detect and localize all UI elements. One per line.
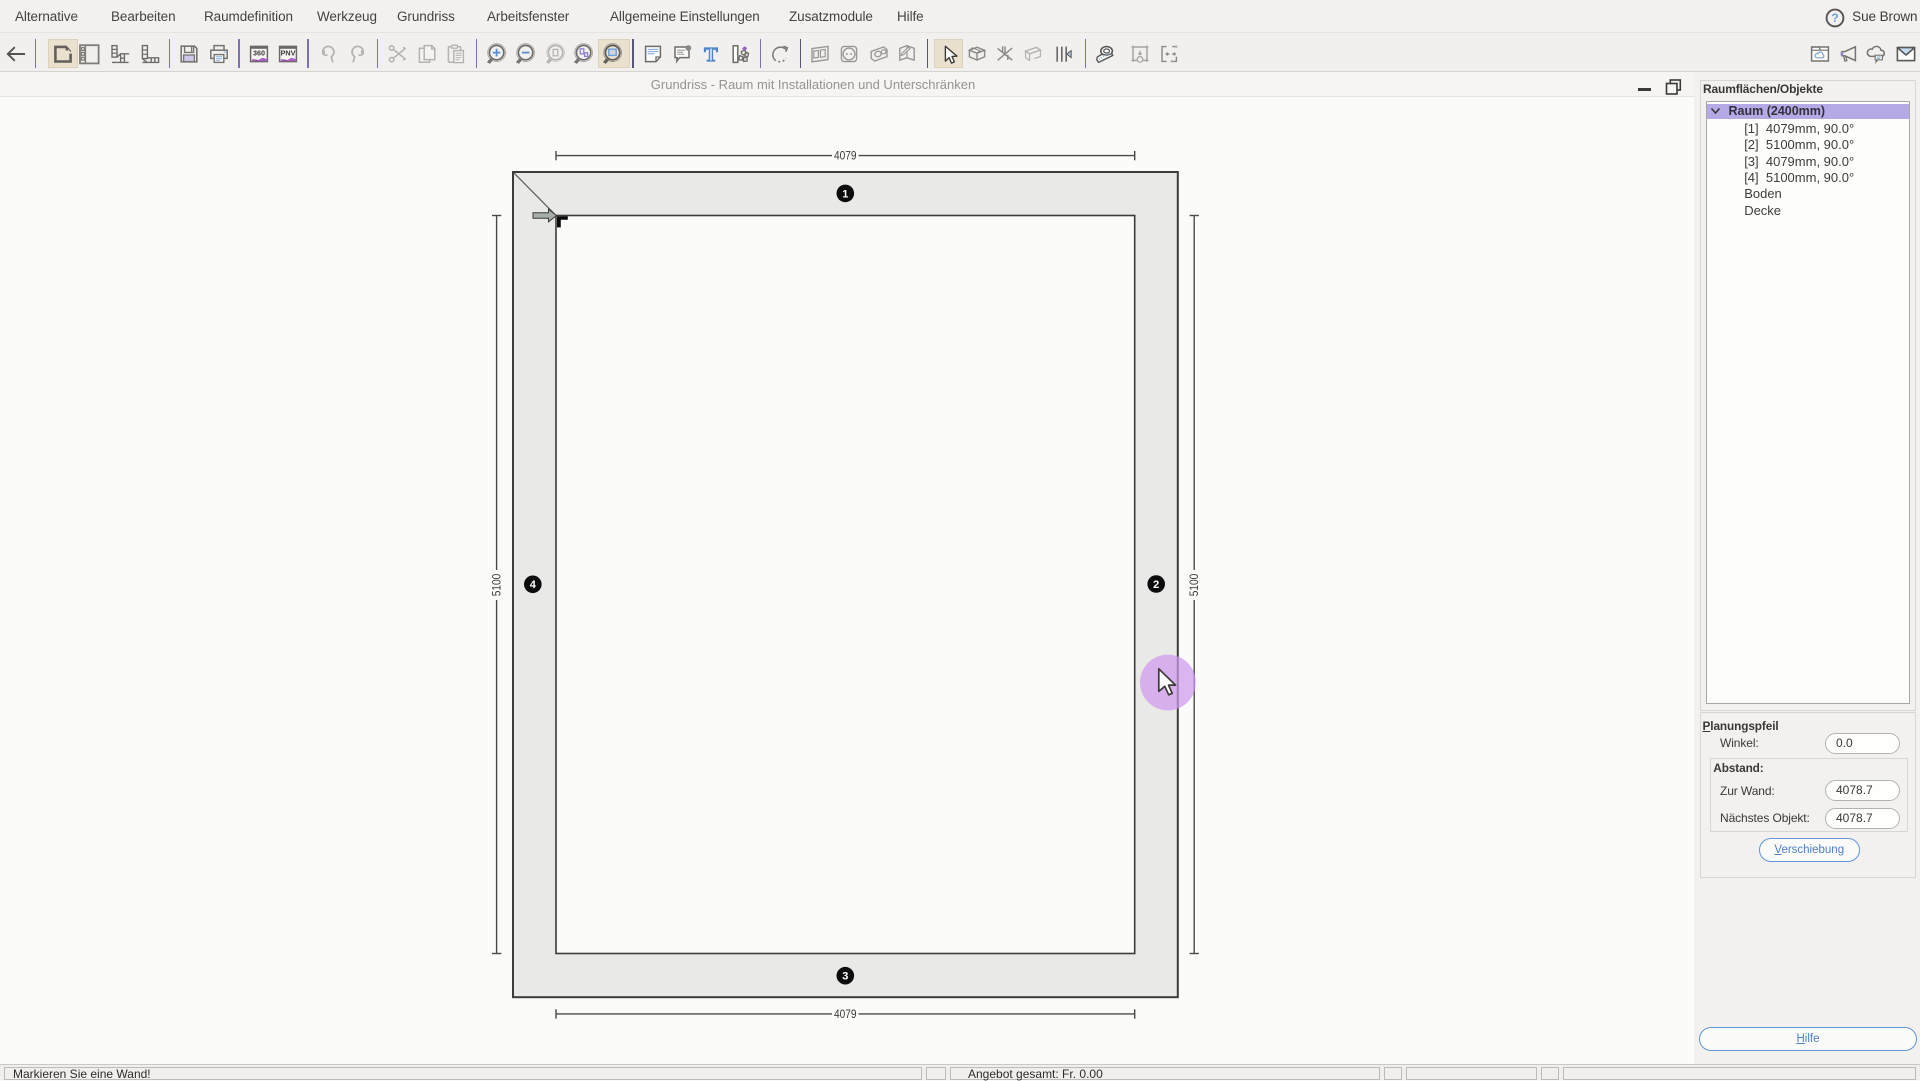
svg-text:1: 1 bbox=[842, 188, 848, 200]
svg-text:2: 2 bbox=[1153, 579, 1159, 591]
svg-text:4: 4 bbox=[530, 579, 537, 591]
svg-text:4079: 4079 bbox=[834, 1007, 857, 1021]
svg-text:360: 360 bbox=[253, 48, 265, 57]
svg-text:4079: 4079 bbox=[834, 149, 857, 163]
svg-text:5100: 5100 bbox=[1187, 573, 1201, 596]
svg-text:?: ? bbox=[1831, 11, 1838, 25]
svg-text:PNV: PNV bbox=[281, 48, 296, 57]
svg-text:5100: 5100 bbox=[490, 573, 504, 596]
svg-text:3: 3 bbox=[842, 971, 848, 983]
svg-text:T: T bbox=[704, 44, 718, 66]
